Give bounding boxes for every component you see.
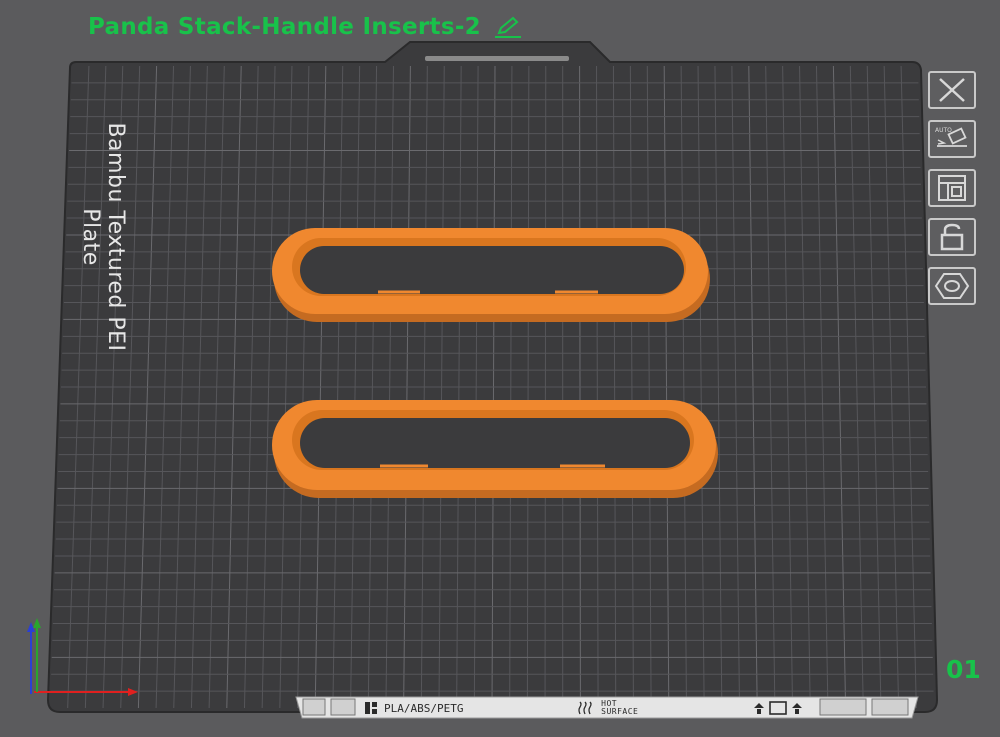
plate-materials: PLA/ABS/PETG (384, 701, 464, 715)
build-plate-scene[interactable] (0, 0, 1000, 737)
bottom-tab-slot-left-2 (330, 698, 356, 716)
plate-type-label: Bambu Textured PEI Plate (78, 122, 128, 352)
axis-y-arrow (33, 618, 41, 628)
hexagon-icon (934, 273, 970, 299)
heat-icon (578, 701, 592, 715)
bottom-tab-slot-right (819, 698, 867, 716)
hot-surface-warning: HOT SURFACE (601, 700, 638, 716)
project-title-bar: Panda Stack-Handle Inserts-2 (88, 14, 523, 40)
plate-handle-slot (425, 56, 569, 61)
lock-plate-button[interactable] (928, 218, 976, 256)
bottom-tab-slot-left (302, 698, 326, 716)
arrange-button[interactable] (928, 169, 976, 207)
plate-settings-button[interactable] (928, 267, 976, 305)
auto-orient-button[interactable]: AUTO (928, 120, 976, 158)
lock-icon (940, 223, 964, 251)
hot-warning-line2: SURFACE (601, 707, 639, 716)
pencil-edit-icon[interactable] (493, 15, 523, 39)
part-2-hole (300, 418, 690, 468)
close-plate-button[interactable] (928, 71, 976, 109)
project-title[interactable]: Panda Stack-Handle Inserts-2 (88, 14, 481, 40)
auto-orient-icon: AUTO (935, 127, 967, 147)
close-icon (939, 78, 965, 102)
plate-bottom-info: PLA/ABS/PETG HOT SURFACE (364, 698, 808, 718)
part-handle-insert-2[interactable] (272, 400, 718, 498)
plate-orientation-icons (754, 701, 803, 715)
plate-logo-icon (365, 702, 377, 714)
part-1-hole (300, 246, 684, 294)
plate-toolbar: AUTO (928, 71, 980, 305)
bottom-tab-slot-right-2 (871, 698, 909, 716)
arrange-icon (938, 175, 966, 201)
plate-number[interactable]: 01 (946, 655, 981, 684)
part-handle-insert-1[interactable] (272, 228, 710, 322)
